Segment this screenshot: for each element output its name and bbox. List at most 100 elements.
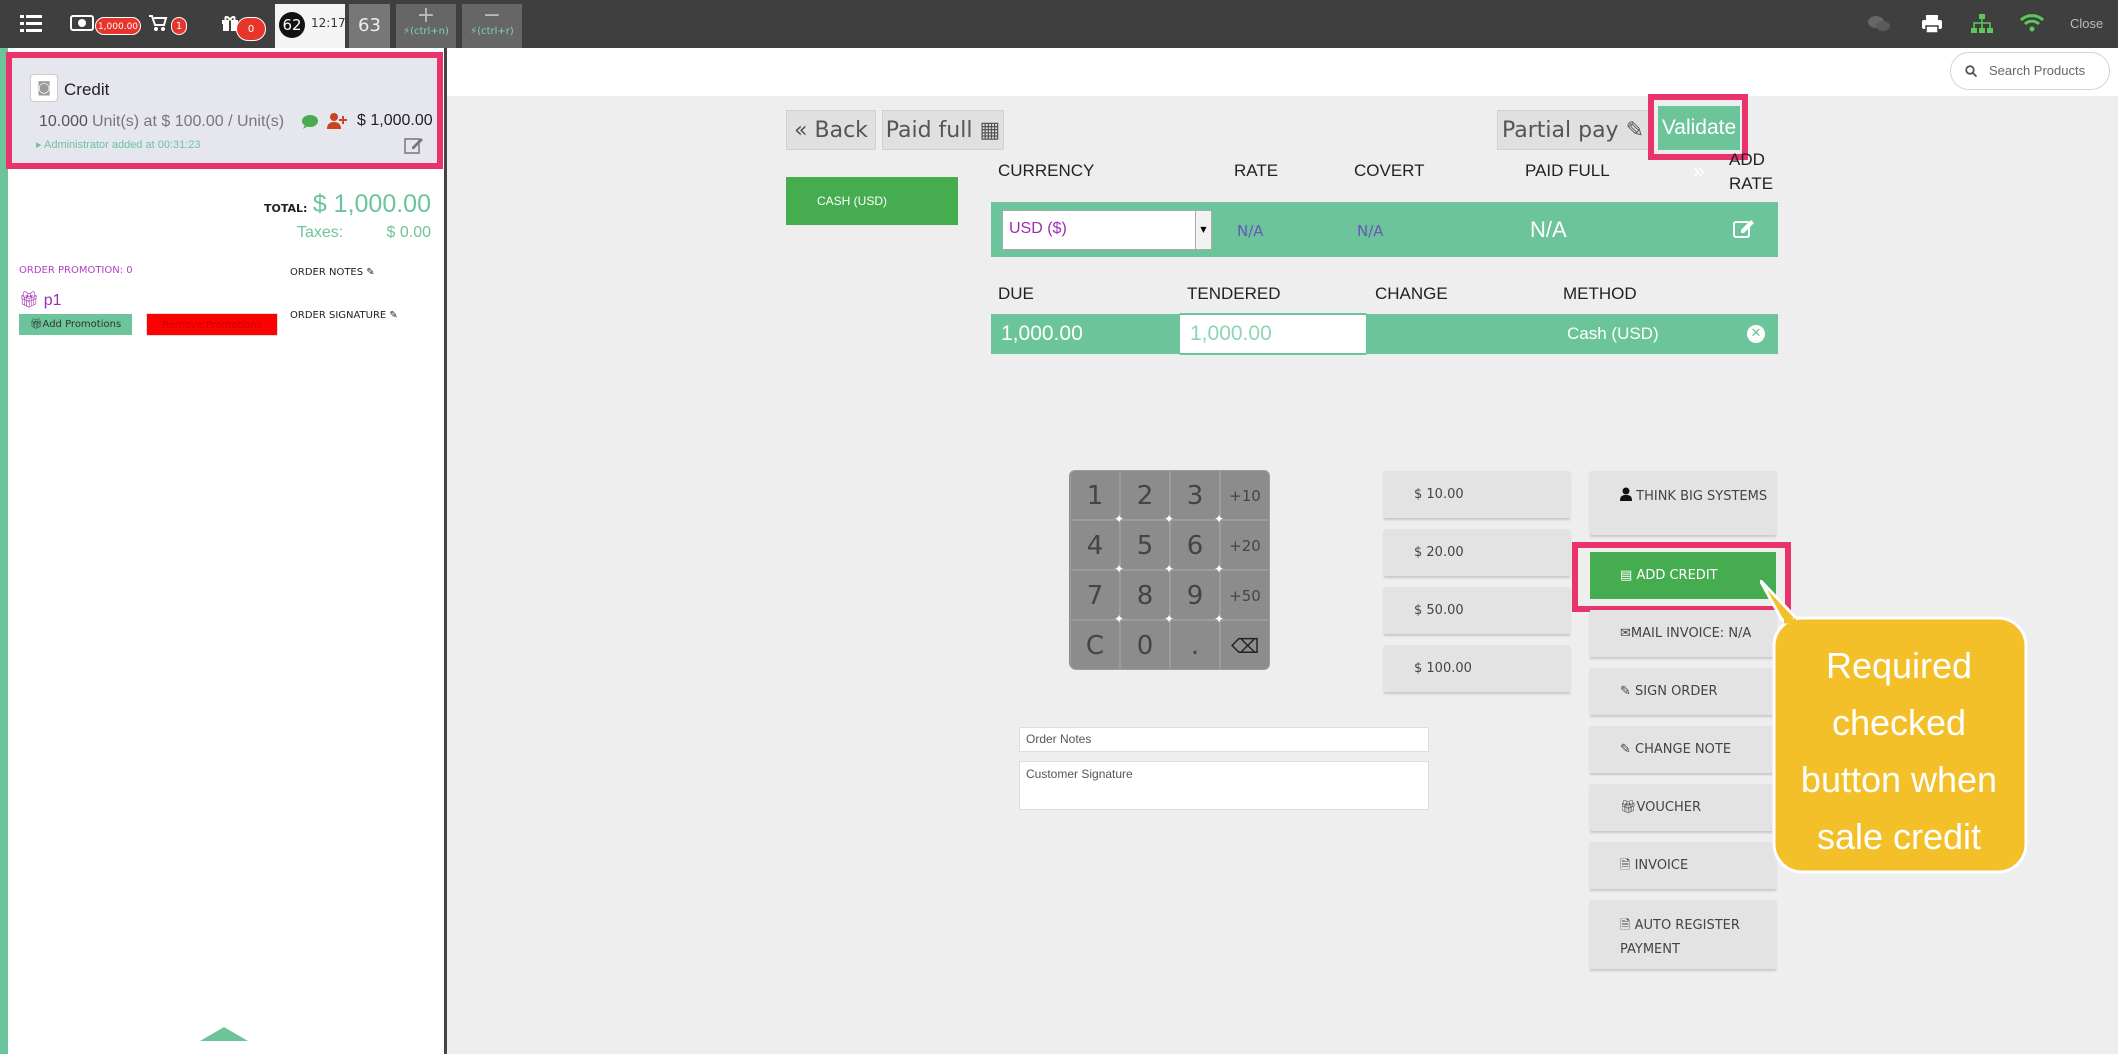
due-header: DUE [998,284,1034,303]
customer-button[interactable]: THINK BIG SYSTEMS [1590,471,1776,535]
quick-amount-20[interactable]: $ 20.00 [1384,529,1570,576]
chevron-down-icon: ▼ [1195,211,1211,249]
numpad-key-plus10[interactable]: +10 [1220,470,1270,520]
numpad-separator: ✦ [1214,512,1225,526]
book-icon: ▤ [1620,568,1633,583]
method-header: METHOD [1563,284,1637,303]
mail-invoice-button[interactable]: ✉MAIL INVOICE: N/A [1590,610,1776,657]
collapse-up-arrow-icon[interactable] [200,1027,248,1041]
payment-line-row [991,314,1778,354]
remove-order-hotkey: ⚡(ctrl+r) [470,26,514,37]
order-notes-field[interactable]: Order Notes [1019,727,1429,752]
tendered-input[interactable]: 1,000.00 [1178,313,1368,355]
quick-amount-50[interactable]: $ 50.00 [1384,587,1570,634]
quick-amount-100[interactable]: $ 100.00 [1384,645,1570,692]
double-chevron-left-icon: « [794,118,808,143]
payment-method-cash-usd[interactable]: CASH (USD) [786,177,958,225]
wifi-icon[interactable] [2019,14,2045,36]
menu-list-icon[interactable] [20,0,42,50]
numpad-key-decimal[interactable]: . [1170,620,1220,670]
top-bar: 1,000.00 1 0 62 12:17 63 + ⚡(ctrl+n) − ⚡… [0,0,2118,48]
validate-button[interactable]: Validate » [1658,106,1740,183]
numpad-key-0[interactable]: 0 [1120,620,1170,670]
ticket-time: 12:17 [311,16,346,30]
paid-full-button[interactable]: Paid full ▦ [882,110,1004,150]
gift-icon: 🎁︎ [19,292,40,309]
quick-amount-10[interactable]: $ 10.00 [1384,471,1570,518]
edit-icon: ✎ [1620,742,1631,757]
numpad-key-5[interactable]: 5 [1120,520,1170,570]
minus-icon: − [482,3,502,28]
numpad-key-2[interactable]: 2 [1120,470,1170,520]
cart-icon[interactable] [148,14,168,36]
taxes-value: $ 0.00 [386,224,431,241]
order-notes-link[interactable]: ORDER NOTES ✎ [290,267,375,278]
search-header-strip [447,48,2118,96]
numpad-separator: ✦ [1164,562,1175,576]
search-products-input[interactable]: Search Products [1950,52,2110,90]
numpad-key-plus50[interactable]: +50 [1220,570,1270,620]
numpad-separator: ✦ [1164,612,1175,626]
order-signature-link[interactable]: ORDER SIGNATURE ✎ [290,310,398,321]
covert-value: N/A [1357,222,1384,240]
add-order-hotkey: ⚡(ctrl+n) [403,26,449,37]
due-value: 1,000.00 [1001,322,1083,345]
order-ticket-other[interactable]: 63 [349,4,390,48]
numpad-key-9[interactable]: 9 [1170,570,1220,620]
order-ticket-current[interactable]: 62 12:17 [275,4,346,48]
numpad-key-8[interactable]: 8 [1120,570,1170,620]
promotion-item[interactable]: 🎁︎ p1 [19,290,62,310]
add-credit-button[interactable]: ▤ ADD CREDIT [1590,552,1776,599]
numpad-key-7[interactable]: 7 [1070,570,1120,620]
edit-icon: ✎ [1620,684,1631,699]
invoice-button[interactable]: 🗎 INVOICE [1590,842,1776,889]
network-sitemap-icon[interactable] [1971,14,1993,38]
back-button[interactable]: « Back [786,110,876,150]
close-button[interactable]: Close [2070,16,2103,31]
add-user-icon[interactable] [327,113,347,133]
product-image-icon: ◙ [30,74,58,102]
remove-promotions-button[interactable]: Remove Promotions [146,313,278,336]
numpad-key-plus20[interactable]: +20 [1220,520,1270,570]
plus-icon: + [416,3,436,28]
order-line-price: $ 1,000.00 [357,112,433,129]
numpad-key-clear[interactable]: C [1070,620,1120,670]
edit-line-icon[interactable] [404,136,424,158]
cash-icon[interactable] [70,15,94,35]
partial-pay-button[interactable]: Partial pay ✎ [1497,110,1649,150]
printer-icon[interactable] [1921,14,1943,38]
order-line-selected[interactable]: ◙ Credit 10.000 Unit(s) at $ 100.00 / Un… [6,52,443,169]
remove-payment-line-icon[interactable]: ✕ [1747,325,1765,343]
taxes-label: Taxes: [297,224,344,241]
numpad-key-6[interactable]: 6 [1170,520,1220,570]
currency-select[interactable]: USD ($) ▼ [1002,210,1212,250]
remove-order-button[interactable]: − ⚡(ctrl+r) [462,4,522,48]
gift-icon: 🎁︎ [1620,800,1637,815]
add-order-button[interactable]: + ⚡(ctrl+n) [396,4,456,48]
numpad-key-3[interactable]: 3 [1170,470,1220,520]
order-line-product-name: Credit [64,80,110,99]
user-icon [1620,487,1636,504]
rate-value: N/A [1237,222,1264,240]
order-promotion-label: ORDER PROMOTION: 0 [19,265,133,276]
numpad-key-1[interactable]: 1 [1070,470,1120,520]
chat-icon[interactable] [1868,16,1890,36]
add-promotions-button[interactable]: 🎁︎Add Promotions [19,314,132,335]
edit-rate-icon[interactable] [1733,218,1755,242]
numpad-separator: ✦ [1214,562,1225,576]
customer-signature-field[interactable]: Customer Signature [1019,761,1429,810]
change-note-button[interactable]: ✎ CHANGE NOTE [1590,726,1776,773]
comment-icon[interactable] [302,114,318,133]
envelope-icon: ✉ [1620,626,1631,641]
tendered-header: TENDERED [1187,284,1281,303]
voucher-button[interactable]: 🎁︎VOUCHER [1590,784,1776,831]
numpad-key-4[interactable]: 4 [1070,520,1120,570]
sign-order-button[interactable]: ✎ SIGN ORDER [1590,668,1776,715]
numpad-separator: ✦ [1114,612,1125,626]
numpad-backspace-icon[interactable]: ⌫ [1220,620,1270,670]
change-header: CHANGE [1375,284,1448,303]
auto-register-payment-button[interactable]: 🗎 AUTO REGISTER PAYMENT [1590,900,1776,969]
add-rate-header: ADD RATE [1729,150,1774,193]
numpad-separator: ✦ [1164,512,1175,526]
rate-header: RATE [1234,161,1279,180]
